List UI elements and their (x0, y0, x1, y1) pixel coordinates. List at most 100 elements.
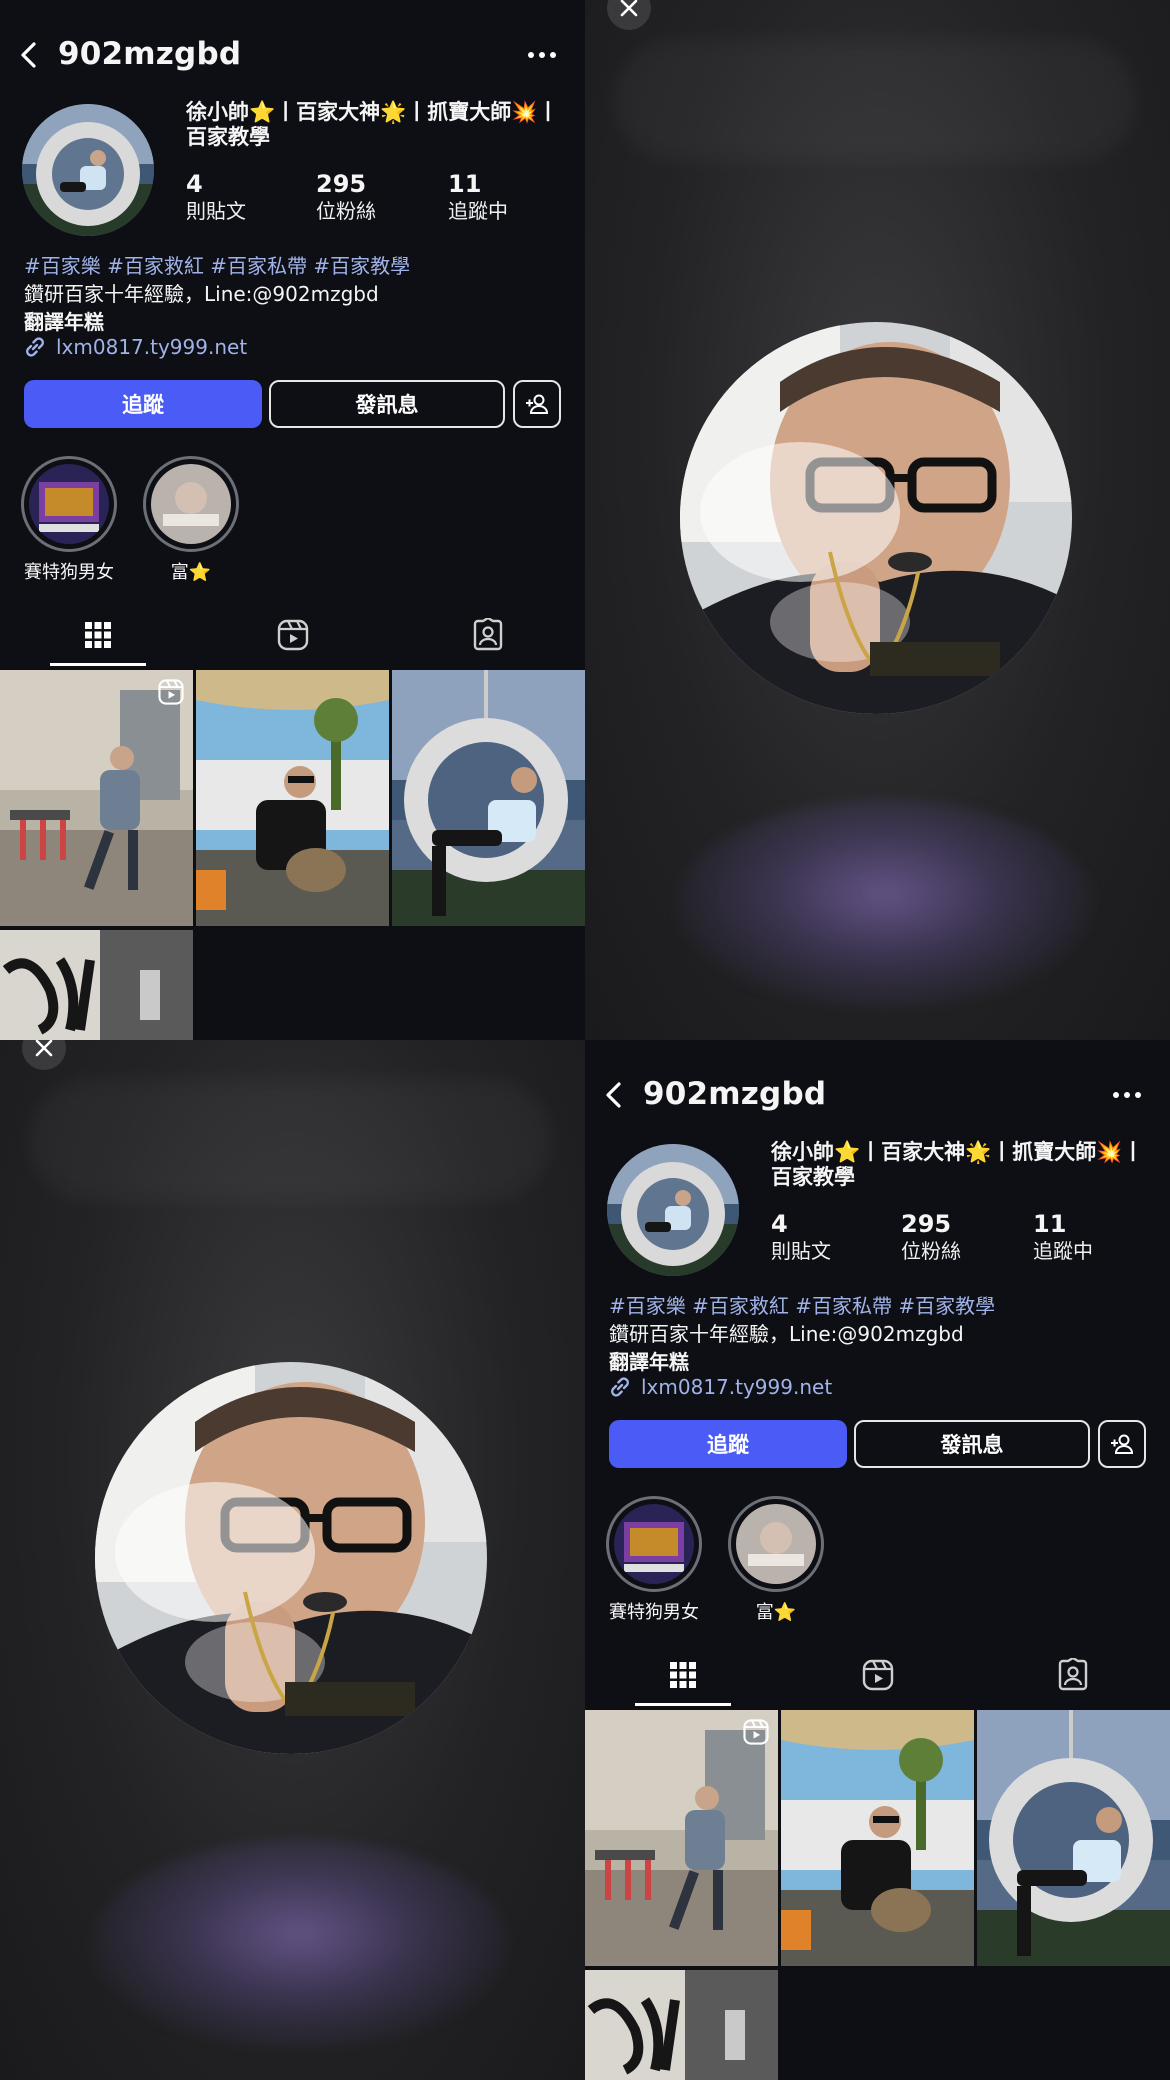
highlight-ring (728, 1496, 824, 1592)
add-user-button[interactable] (513, 380, 561, 428)
profile-tabs (585, 1644, 1170, 1706)
stat-label: 位粉絲 (316, 199, 376, 223)
link-icon (26, 337, 44, 357)
avatar-viewer-1 (585, 0, 1170, 1040)
message-button[interactable]: 發訊息 (854, 1420, 1090, 1468)
avatar-large (680, 322, 1072, 714)
close-icon (35, 1040, 53, 1057)
highlight-item[interactable]: 富⭐️ (727, 1496, 825, 1624)
avatar-large (95, 1362, 487, 1754)
highlight-ring (21, 456, 117, 552)
profile-display-title: 徐小帥⭐️丨百家大神🌟丨抓寶大師💥丨百家教學 (771, 1140, 1144, 1189)
tagged-icon (1058, 1658, 1087, 1691)
bio-link[interactable]: lxm0817.ty999.net (607, 1374, 832, 1400)
bio-hashtags[interactable]: #百家樂 #百家救紅 #百家私帶 #百家教學 (609, 1290, 995, 1319)
more-horizontal-icon[interactable] (1110, 1083, 1144, 1107)
add-user-button[interactable] (1098, 1420, 1146, 1468)
blurred-background (615, 40, 1135, 160)
bio-text: 鑽研百家十年經驗，Line:@902mzgbd (24, 282, 379, 306)
highlight-label: 賽特狗男女 (609, 1602, 699, 1623)
bio-link-text: lxm0817.ty999.net (56, 335, 248, 359)
bio-text: 鑽研百家十年經驗，Line:@902mzgbd (609, 1322, 964, 1346)
close-icon (620, 0, 638, 17)
stat-number: 295 (901, 1210, 952, 1238)
reels-icon (277, 619, 308, 651)
stat-number: 4 (186, 170, 203, 198)
post-thumbnail[interactable] (0, 930, 193, 1040)
bio-link[interactable]: lxm0817.ty999.net (22, 334, 247, 360)
highlight-label: 富⭐️ (170, 562, 212, 583)
profile-screen-2: 902mzgbd 徐小帥⭐️丨百家大神🌟丨抓寶大師💥丨百家教學 4 則貼文 29… (585, 1040, 1170, 2080)
post-thumbnail[interactable] (585, 1970, 778, 2080)
highlight-ring (143, 456, 239, 552)
close-button[interactable] (607, 0, 651, 30)
post-thumbnail[interactable] (781, 1710, 974, 1966)
tab-reels[interactable] (780, 1644, 975, 1706)
post-thumbnail[interactable] (977, 1710, 1170, 1966)
post-thumbnail[interactable] (196, 670, 389, 926)
profile-header: 902mzgbd (0, 0, 585, 110)
tab-reels[interactable] (195, 604, 390, 666)
blurred-glow (90, 1840, 510, 2050)
grid-icon (84, 622, 111, 648)
tagged-icon (473, 618, 502, 651)
tab-tagged[interactable] (390, 604, 585, 666)
profile-header: 902mzgbd (585, 1040, 1170, 1150)
stat-label: 則貼文 (186, 199, 246, 223)
reel-icon (158, 679, 184, 705)
bio-hashtags[interactable]: #百家樂 #百家救紅 #百家私帶 #百家教學 (24, 250, 410, 279)
highlight-item[interactable]: 賽特狗男女 (20, 456, 118, 584)
blurred-background (30, 1080, 550, 1200)
profile-screen-1: 902mzgbd 徐小帥⭐️丨百家大神🌟丨抓寶大師💥丨百家教學 4 則貼文 29… (0, 0, 585, 1040)
highlight-ring (606, 1496, 702, 1592)
stat-followers[interactable]: 295 位粉絲 (316, 170, 436, 224)
message-button[interactable]: 發訊息 (269, 380, 505, 428)
bio-link-text: lxm0817.ty999.net (641, 1375, 833, 1399)
chevron-left-icon[interactable] (597, 1078, 631, 1112)
follow-button[interactable]: 追蹤 (609, 1420, 847, 1468)
stat-label: 追蹤中 (1033, 1239, 1093, 1263)
stat-label: 追蹤中 (448, 199, 508, 223)
close-button[interactable] (22, 1040, 66, 1070)
link-icon (611, 1377, 629, 1397)
stat-number: 295 (316, 170, 367, 198)
post-thumbnail[interactable] (0, 670, 193, 926)
grid-icon (669, 1662, 696, 1688)
tab-posts-grid[interactable] (585, 1644, 780, 1706)
avatar[interactable] (22, 104, 154, 236)
highlight-label: 富⭐️ (755, 1602, 797, 1623)
reel-icon (743, 1719, 769, 1745)
highlight-label: 賽特狗男女 (24, 562, 114, 583)
tab-tagged[interactable] (975, 1644, 1170, 1706)
chevron-left-icon[interactable] (12, 38, 46, 72)
stat-following[interactable]: 11 追蹤中 (1033, 1210, 1153, 1264)
highlight-thumbnail (151, 464, 231, 544)
highlight-item[interactable]: 富⭐️ (142, 456, 240, 584)
stat-followers[interactable]: 295 位粉絲 (901, 1210, 1021, 1264)
follow-button[interactable]: 追蹤 (24, 380, 262, 428)
avatar[interactable] (607, 1144, 739, 1276)
profile-display-title: 徐小帥⭐️丨百家大神🌟丨抓寶大師💥丨百家教學 (186, 100, 559, 149)
username: 902mzgbd (643, 1076, 827, 1112)
highlight-item[interactable]: 賽特狗男女 (605, 1496, 703, 1624)
username: 902mzgbd (58, 36, 242, 72)
highlight-thumbnail (614, 1504, 694, 1584)
stat-number: 4 (771, 1210, 788, 1238)
post-thumbnail[interactable] (392, 670, 585, 926)
blurred-glow (675, 800, 1095, 1010)
profile-tabs (0, 604, 585, 666)
stat-posts[interactable]: 4 則貼文 (186, 170, 306, 224)
add-user-icon (1111, 1434, 1134, 1454)
stat-label: 位粉絲 (901, 1239, 961, 1263)
highlight-thumbnail (29, 464, 109, 544)
stat-number: 11 (448, 170, 482, 198)
bio-bold-text: 翻譯年糕 (609, 1350, 689, 1374)
avatar-viewer-2 (0, 1040, 585, 2080)
post-thumbnail[interactable] (585, 1710, 778, 1966)
tab-posts-grid[interactable] (0, 604, 195, 666)
more-horizontal-icon[interactable] (525, 43, 559, 67)
stat-following[interactable]: 11 追蹤中 (448, 170, 568, 224)
reels-icon (862, 1659, 893, 1691)
stat-number: 11 (1033, 1210, 1067, 1238)
stat-posts[interactable]: 4 則貼文 (771, 1210, 891, 1264)
